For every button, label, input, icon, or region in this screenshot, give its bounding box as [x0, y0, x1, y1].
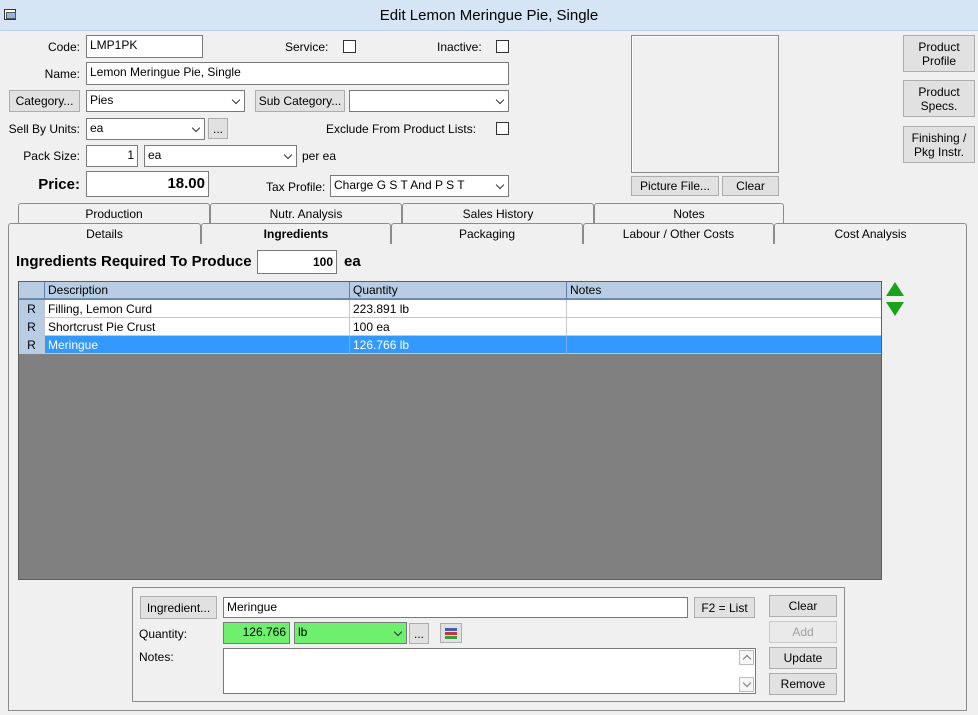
- row-notes: [567, 336, 881, 354]
- header-quantity[interactable]: Quantity: [350, 282, 567, 299]
- produce-label: Ingredients Required To Produce: [16, 253, 252, 270]
- row-quantity: 223.891 lb: [350, 300, 567, 318]
- move-up-button[interactable]: [885, 280, 905, 298]
- name-input[interactable]: Lemon Meringue Pie, Single: [86, 62, 509, 85]
- produce-qty-input[interactable]: 100: [257, 250, 337, 274]
- row-description: Shortcrust Pie Crust: [45, 318, 350, 336]
- sell-by-units-value: ea: [90, 121, 104, 135]
- product-picture: [631, 35, 779, 173]
- subcategory-select[interactable]: [349, 90, 509, 112]
- arrow-down-icon: [886, 302, 904, 316]
- row-notes: [567, 318, 881, 336]
- row-description: Filling, Lemon Curd: [45, 300, 350, 318]
- row-description: Meringue: [45, 336, 350, 354]
- pack-size-label: Pack Size:: [23, 149, 80, 163]
- quantity-label: Quantity:: [139, 627, 188, 641]
- tax-profile-value: Charge G S T And P S T: [334, 178, 465, 192]
- header-flag-cell: [19, 282, 45, 299]
- chevron-down-icon: [284, 151, 293, 160]
- tab-ingredients[interactable]: Ingredients: [201, 223, 391, 244]
- produce-unit-label: ea: [344, 253, 361, 270]
- move-down-button[interactable]: [885, 300, 905, 318]
- notes-textarea[interactable]: [223, 648, 756, 694]
- finishing-pkg-button[interactable]: Finishing / Pkg Instr.: [903, 126, 975, 163]
- price-label: Price:: [38, 176, 80, 193]
- price-input[interactable]: 18.00: [86, 171, 209, 197]
- chevron-down-icon: [496, 96, 505, 105]
- update-button[interactable]: Update: [769, 647, 837, 669]
- header-notes[interactable]: Notes: [567, 282, 881, 299]
- sell-by-units-label: Sell By Units:: [8, 122, 80, 136]
- category-button[interactable]: Category...: [9, 90, 80, 112]
- quantity-input[interactable]: 126.766: [223, 622, 290, 644]
- table-row[interactable]: R Filling, Lemon Curd 223.891 lb: [19, 300, 881, 318]
- tab-details[interactable]: Details: [8, 223, 201, 244]
- pack-size-unit-value: ea: [148, 148, 162, 162]
- tab-packaging[interactable]: Packaging: [391, 223, 583, 244]
- quantity-unit-value: lb: [298, 625, 308, 639]
- service-checkbox[interactable]: [343, 40, 356, 53]
- arrow-up-icon: [886, 282, 904, 296]
- scroll-down-icon[interactable]: [739, 677, 754, 692]
- table-row-selected[interactable]: R Meringue 126.766 lb: [19, 336, 881, 354]
- subcategory-button[interactable]: Sub Category...: [255, 90, 345, 112]
- remove-button[interactable]: Remove: [769, 673, 837, 695]
- tab-production[interactable]: Production: [18, 203, 210, 224]
- pack-size-input[interactable]: 1: [86, 145, 138, 167]
- window-title: Edit Lemon Meringue Pie, Single: [379, 7, 599, 24]
- notes-label: Notes:: [139, 650, 174, 664]
- service-label: Service:: [285, 40, 329, 54]
- ingredients-grid[interactable]: Description Quantity Notes R Filling, Le…: [18, 281, 882, 580]
- tab-cost-analysis[interactable]: Cost Analysis: [774, 223, 967, 244]
- row-flag: R: [19, 318, 45, 336]
- chevron-down-icon: [232, 96, 241, 105]
- exclude-label: Exclude From Product Lists:: [326, 122, 477, 136]
- picture-file-button[interactable]: Picture File...: [631, 176, 719, 196]
- picture-clear-button[interactable]: Clear: [722, 176, 779, 196]
- product-specs-button[interactable]: Product Specs.: [903, 80, 975, 117]
- f2-list-button[interactable]: F2 = List: [694, 597, 755, 618]
- inactive-checkbox[interactable]: [496, 40, 509, 53]
- header-description[interactable]: Description: [45, 282, 350, 299]
- product-profile-button[interactable]: Product Profile: [903, 35, 975, 72]
- tab-sales-history[interactable]: Sales History: [402, 203, 594, 224]
- per-unit-label: per ea: [302, 149, 337, 163]
- ingredient-input[interactable]: Meringue: [223, 597, 688, 618]
- ingredient-button[interactable]: Ingredient...: [140, 596, 217, 619]
- chevron-down-icon: [192, 124, 201, 133]
- tax-profile-select[interactable]: Charge G S T And P S T: [330, 175, 509, 197]
- tab-notes[interactable]: Notes: [594, 203, 784, 224]
- category-select[interactable]: Pies: [86, 90, 245, 112]
- pack-size-unit-select[interactable]: ea: [144, 145, 297, 167]
- quantity-ellipsis-button[interactable]: ...: [409, 623, 429, 644]
- clear-button[interactable]: Clear: [769, 595, 837, 617]
- row-flag: R: [19, 300, 45, 318]
- tab-labour-other-costs[interactable]: Labour / Other Costs: [583, 223, 774, 244]
- code-label: Code:: [47, 40, 80, 54]
- add-button[interactable]: Add: [769, 621, 837, 643]
- row-notes: [567, 300, 881, 318]
- chevron-down-icon: [394, 628, 403, 637]
- row-quantity: 126.766 lb: [350, 336, 567, 354]
- grid-header: Description Quantity Notes: [19, 282, 881, 299]
- row-quantity: 100 ea: [350, 318, 567, 336]
- name-label: Name:: [44, 67, 80, 81]
- row-flag: R: [19, 336, 45, 354]
- exclude-checkbox[interactable]: [496, 122, 509, 135]
- tab-nutr-analysis[interactable]: Nutr. Analysis: [210, 203, 402, 224]
- sell-by-units-select[interactable]: ea: [86, 118, 205, 140]
- quantity-unit-select[interactable]: lb: [294, 622, 407, 644]
- table-row[interactable]: R Shortcrust Pie Crust 100 ea: [19, 318, 881, 336]
- chevron-down-icon: [496, 181, 505, 190]
- code-input[interactable]: LMP1PK: [86, 35, 203, 58]
- active-tab-joiner: [202, 242, 390, 245]
- category-value: Pies: [90, 93, 114, 107]
- scroll-up-icon[interactable]: [739, 650, 754, 665]
- sell-units-ellipsis-button[interactable]: ...: [208, 118, 228, 139]
- inactive-label: Inactive:: [437, 40, 482, 54]
- book-stack-icon[interactable]: [440, 623, 462, 643]
- tax-profile-label: Tax Profile:: [266, 180, 326, 194]
- title-bar: Edit Lemon Meringue Pie, Single: [0, 0, 978, 31]
